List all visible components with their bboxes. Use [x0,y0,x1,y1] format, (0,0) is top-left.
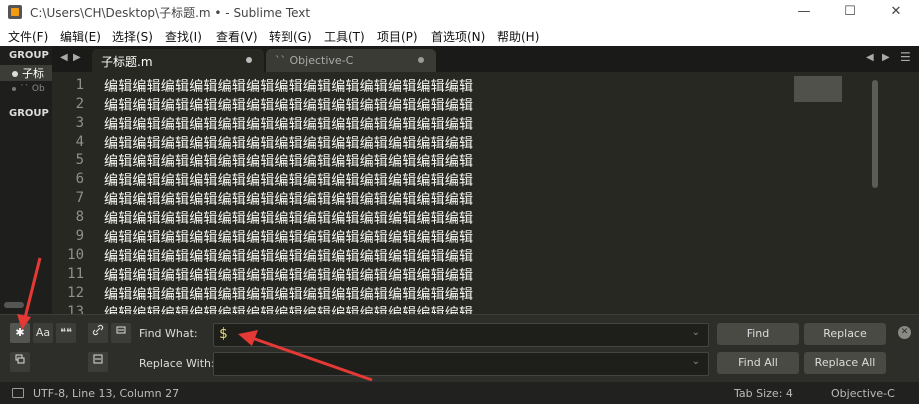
menu-help[interactable]: 帮助(H) [497,28,539,45]
menu-file[interactable]: 文件(F) [8,28,48,45]
in-selection-toggle-button[interactable] [111,323,131,343]
minimap[interactable] [794,76,842,102]
menu-find[interactable]: 查找(I) [165,28,202,45]
sidebar-file-active[interactable]: 子标 [0,65,52,81]
tab-active[interactable]: 子标题.m [92,49,264,72]
maximize-button[interactable]: ☐ [827,0,873,24]
tab-label: `` Objective-C [275,54,354,67]
line-number: 5 [75,152,84,168]
status-tab-size[interactable]: Tab Size: 4 [734,387,793,400]
title-bar: C:\Users\CH\Desktop\子标题.m • - Sublime Te… [0,0,919,24]
regex-toggle-button[interactable]: ✱ [10,323,30,343]
find-all-button[interactable]: Find All [717,352,799,374]
panel-toggle-icon[interactable] [12,388,24,398]
minimize-button[interactable]: — [781,0,827,24]
link-icon [92,324,104,336]
code-line: 编辑编辑编辑编辑编辑编辑编辑编辑编辑编辑编辑编辑编辑 [104,79,474,95]
code-line: 编辑编辑编辑编辑编辑编辑编辑编辑编辑编辑编辑编辑编辑 [104,136,474,152]
line-number: 11 [67,266,84,282]
group-label-1: GROUP [9,50,49,61]
line-number: 8 [75,209,84,225]
replace-all-button[interactable]: Replace All [804,352,886,374]
tab-next-icon[interactable]: ▶ [73,52,81,63]
unsaved-dot-icon [12,71,18,77]
line-number: 3 [75,115,84,131]
sidebar-file-label: `` Ob [20,84,45,94]
tab-menu-icon[interactable]: ☰ [900,50,911,64]
menu-select[interactable]: 选择(S) [112,28,153,45]
unsaved-dot-icon[interactable] [246,57,252,63]
tab-bar: ◀ ▶ 子标题.m `` Objective-C ◀ ▶ ☰ [52,46,919,72]
tab-inactive[interactable]: `` Objective-C [266,49,436,72]
preserve-case-toggle-button[interactable] [88,352,108,372]
sidebar-file-inactive[interactable]: `` Ob [0,84,52,100]
find-input-value: $ [219,326,228,342]
find-panel: ✱ Aa ❝❝ Find What: $ ⌄ Find Replace Repl… [0,314,919,383]
group-label-2: GROUP [9,108,49,119]
sublime-app-icon [8,5,22,19]
unsaved-dot-icon[interactable] [418,57,424,63]
chevron-down-icon[interactable]: ⌄ [692,327,700,338]
line-number: 6 [75,171,84,187]
code-line: 编辑编辑编辑编辑编辑编辑编辑编辑编辑编辑编辑编辑编辑 [104,173,474,189]
menu-tools[interactable]: 工具(T) [324,28,365,45]
replace-button[interactable]: Replace [804,323,886,345]
find-input[interactable]: $ ⌄ [213,323,709,347]
code-line: 编辑编辑编辑编辑编辑编辑编辑编辑编辑编辑编辑编辑编辑 [104,192,474,208]
window-title: C:\Users\CH\Desktop\子标题.m • - Sublime Te… [30,6,311,20]
editor[interactable]: 1 2 3 4 5 6 7 8 9 10 11 12 13 编辑编辑编辑编辑编辑… [52,72,919,314]
vertical-scrollbar[interactable] [872,80,878,188]
line-number: 4 [75,134,84,150]
highlight-matches-toggle-button[interactable] [10,352,30,372]
sidebar-scrollbar[interactable] [4,302,24,308]
line-number: 7 [75,190,84,206]
find-what-label: Find What: [139,327,198,340]
code-line: 编辑编辑编辑编辑编辑编辑编辑编辑编辑编辑编辑编辑编辑 [104,287,474,303]
line-number: 12 [67,285,84,301]
chevron-down-icon[interactable]: ⌄ [692,356,700,367]
highlight-icon [15,354,25,364]
preserve-icon [93,354,103,364]
code-line: 编辑编辑编辑编辑编辑编辑编辑编辑编辑编辑编辑编辑编辑 [104,306,474,314]
menu-goto[interactable]: 转到(G) [269,28,312,45]
case-sensitive-toggle-button[interactable]: Aa [33,323,53,343]
replace-input[interactable]: ⌄ [213,352,709,376]
code-line: 编辑编辑编辑编辑编辑编辑编辑编辑编辑编辑编辑编辑编辑 [104,211,474,227]
menu-project[interactable]: 项目(P) [377,28,418,45]
dot-icon [12,86,16,91]
find-button[interactable]: Find [717,323,799,345]
gutter: 1 2 3 4 5 6 7 8 9 10 11 12 13 [52,72,92,314]
menu-preferences[interactable]: 首选项(N) [431,28,485,45]
close-button[interactable]: ✕ [873,0,919,24]
code-line: 编辑编辑编辑编辑编辑编辑编辑编辑编辑编辑编辑编辑编辑 [104,117,474,133]
menu-edit[interactable]: 编辑(E) [60,28,101,45]
menu-bar: 文件(F) 编辑(E) 选择(S) 查找(I) 查看(V) 转到(G) 工具(T… [0,24,919,46]
find-panel-close-icon[interactable]: ✕ [898,326,911,339]
tab-prev-icon[interactable]: ◀ [60,52,68,63]
code-line: 编辑编辑编辑编辑编辑编辑编辑编辑编辑编辑编辑编辑编辑 [104,98,474,114]
line-number: 10 [67,247,84,263]
sidebar-file-label: 子标 [22,67,44,80]
line-number: 1 [75,77,84,93]
line-number: 13 [67,304,84,314]
selection-icon [116,326,126,334]
tab-label: 子标题.m [101,55,153,69]
code-line: 编辑编辑编辑编辑编辑编辑编辑编辑编辑编辑编辑编辑编辑 [104,249,474,265]
code-line: 编辑编辑编辑编辑编辑编辑编辑编辑编辑编辑编辑编辑编辑 [104,154,474,170]
status-syntax[interactable]: Objective-C [831,387,895,400]
status-bar: UTF-8, Line 13, Column 27 Tab Size: 4 Ob… [0,382,919,404]
code-line: 编辑编辑编辑编辑编辑编辑编辑编辑编辑编辑编辑编辑编辑 [104,230,474,246]
whole-word-toggle-button[interactable]: ❝❝ [56,323,76,343]
menu-view[interactable]: 查看(V) [216,28,258,45]
tab-scroll-left-icon[interactable]: ◀ [866,52,874,63]
wrap-toggle-button[interactable] [88,323,108,343]
line-number: 9 [75,228,84,244]
tab-scroll-right-icon[interactable]: ▶ [882,52,890,63]
sidebar: GROUP 子标 `` Ob GROUP [0,46,52,314]
line-number: 2 [75,96,84,112]
status-position: UTF-8, Line 13, Column 27 [33,387,180,400]
code-line: 编辑编辑编辑编辑编辑编辑编辑编辑编辑编辑编辑编辑编辑 [104,268,474,284]
replace-with-label: Replace With: [139,357,215,370]
